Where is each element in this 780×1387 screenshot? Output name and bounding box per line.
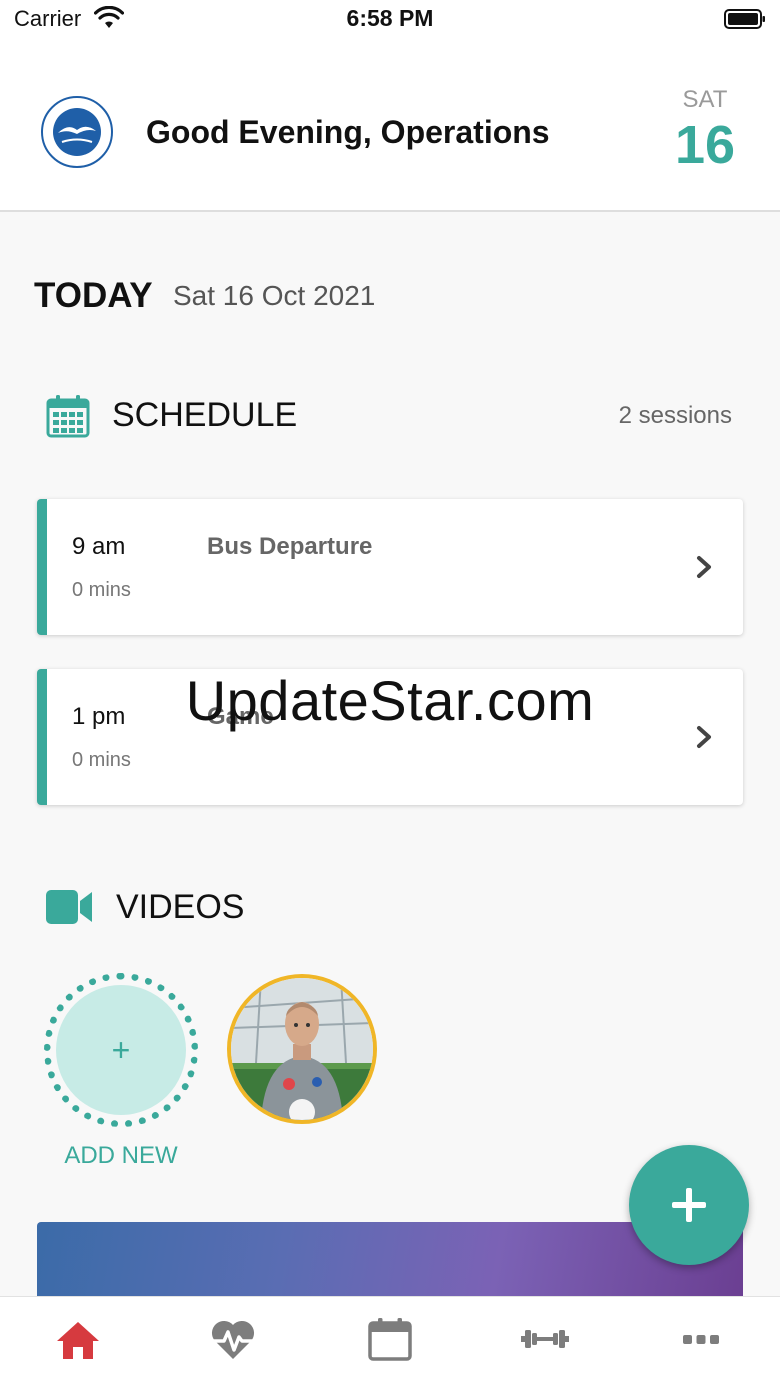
add-video-plus-icon[interactable]: + <box>56 985 186 1115</box>
session-time: 9 am <box>72 533 126 560</box>
app-header: Good Evening, Operations SAT 16 <box>0 40 780 212</box>
schedule-title: SCHEDULE <box>112 396 298 434</box>
video-thumbnail[interactable] <box>227 974 377 1124</box>
plus-icon <box>672 1188 706 1222</box>
videos-title: VIDEOS <box>116 888 245 926</box>
dumbbell-icon[interactable] <box>521 1317 569 1361</box>
session-card[interactable]: 9 am 0 mins Bus Departure <box>37 499 743 635</box>
more-icon[interactable] <box>677 1317 725 1361</box>
add-fab-button[interactable] <box>629 1145 749 1265</box>
schedule-count: 2 sessions <box>618 402 732 429</box>
club-crest-icon <box>41 96 113 168</box>
calendar-icon[interactable] <box>366 1317 414 1361</box>
clock: 6:58 PM <box>346 5 434 31</box>
session-duration: 0 mins <box>72 749 131 771</box>
calendar-icon <box>46 395 90 438</box>
video-thumbnail-image <box>231 978 373 1120</box>
session-duration: 0 mins <box>72 579 131 601</box>
home-icon[interactable] <box>54 1317 102 1361</box>
add-new-label[interactable]: ADD NEW <box>44 1142 198 1170</box>
today-date: Sat 16 Oct 2021 <box>173 280 376 311</box>
bottom-tab-bar <box>0 1296 780 1387</box>
greeting-title: Good Evening, Operations <box>146 114 550 150</box>
watermark: UpdateStar.com <box>185 669 595 732</box>
today-label: TODAY <box>34 276 153 315</box>
battery-icon <box>724 9 765 29</box>
heartbeat-icon[interactable] <box>209 1317 257 1361</box>
header-date-number: 16 <box>674 115 736 175</box>
chevron-right-icon <box>697 556 711 578</box>
session-title: Bus Departure <box>207 533 373 560</box>
status-bar: Carrier 6:58 PM <box>0 0 780 40</box>
video-camera-icon <box>46 890 92 924</box>
header-day: SAT <box>682 86 728 113</box>
